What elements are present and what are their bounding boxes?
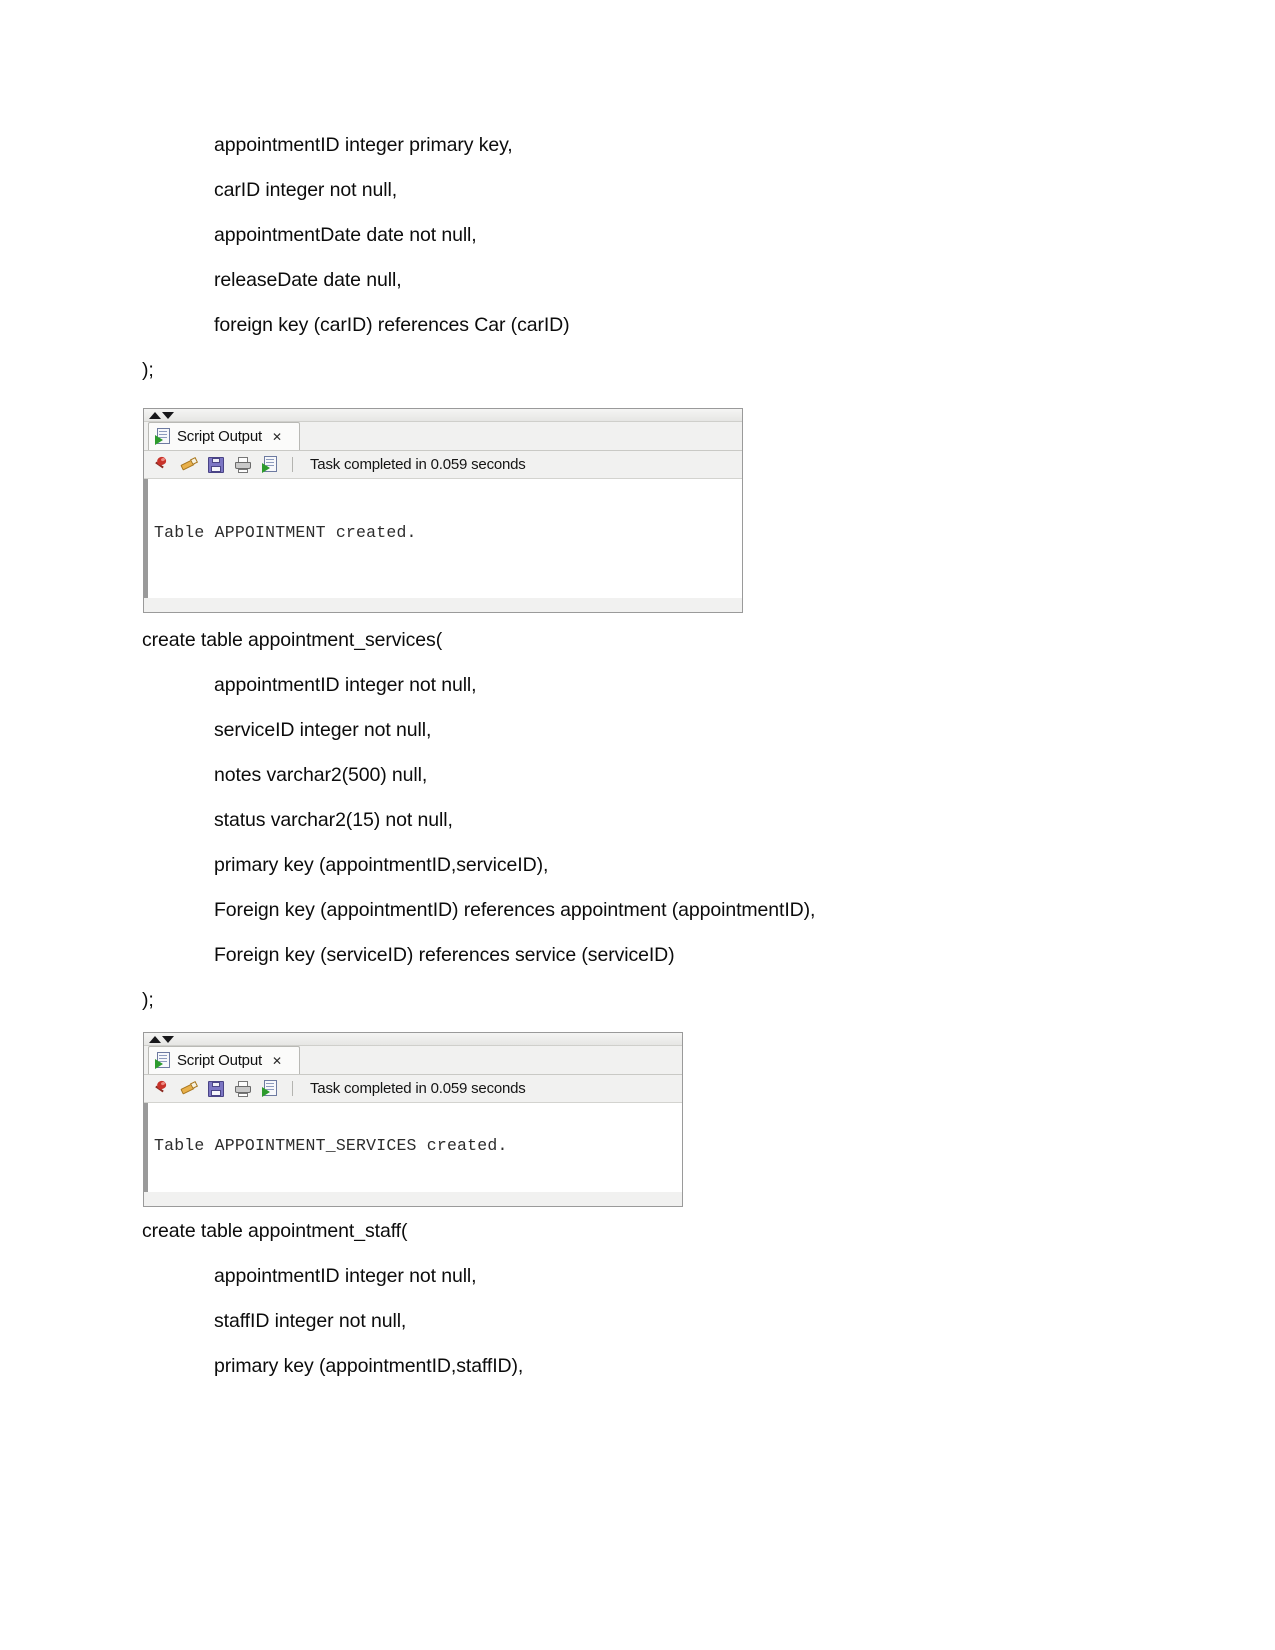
sql-line: carID integer not null, <box>214 179 398 201</box>
status-text: Task completed in 0.059 seconds <box>310 456 526 473</box>
sql-text-block-appointment-staff: create table appointment_staff( appointm… <box>142 1220 1142 1377</box>
sql-text-block-appointment-services: create table appointment_services( appoi… <box>142 629 1142 1011</box>
toolbar-divider <box>292 457 293 472</box>
sql-line: Foreign key (serviceID) references servi… <box>214 944 675 966</box>
chevron-up-icon[interactable] <box>149 411 161 419</box>
tab-script-output-1[interactable]: Script Output ✕ <box>148 422 300 450</box>
chevron-down-icon[interactable] <box>162 1035 174 1043</box>
sql-line: create table appointment_staff( <box>142 1220 408 1242</box>
pushpin-icon[interactable] <box>153 455 170 473</box>
script-output-pane-1[interactable]: Table APPOINTMENT created. <box>144 478 742 598</box>
sql-line: Foreign key (appointmentID) references a… <box>214 899 816 921</box>
sql-line: serviceID integer not null, <box>214 719 432 741</box>
sql-line: appointmentID integer primary key, <box>214 134 513 156</box>
close-icon[interactable]: ✕ <box>272 430 282 444</box>
script-output-pane-2[interactable]: Table APPOINTMENT_SERVICES created. <box>144 1102 682 1192</box>
panel-collapse-arrows-2[interactable] <box>144 1033 682 1046</box>
script-output-toolbar-1: Task completed in 0.059 seconds <box>144 450 742 478</box>
floppy-save-icon[interactable] <box>208 1080 224 1097</box>
output-message: Table APPOINTMENT created. <box>154 523 417 542</box>
script-output-panel-1[interactable]: Script Output ✕ Task completed in 0.059 … <box>143 408 743 613</box>
sql-line: appointmentID integer not null, <box>214 674 477 696</box>
printer-icon[interactable] <box>234 456 252 473</box>
tab-strip-1: Script Output ✕ <box>144 422 742 450</box>
sql-line: foreign key (carID) references Car (carI… <box>214 314 570 336</box>
output-gutter <box>144 479 148 598</box>
close-icon[interactable]: ✕ <box>272 1054 282 1068</box>
sql-line: appointmentDate date not null, <box>214 224 477 246</box>
floppy-save-icon[interactable] <box>208 456 224 473</box>
tab-label: Script Output <box>177 428 262 445</box>
panel-collapse-arrows-1[interactable] <box>144 409 742 422</box>
sql-line: staffID integer not null, <box>214 1310 407 1332</box>
sql-line: create table appointment_services( <box>142 629 443 651</box>
sql-line: ); <box>142 359 154 381</box>
chevron-down-icon[interactable] <box>162 411 174 419</box>
run-script-icon[interactable] <box>262 1080 278 1097</box>
eraser-icon[interactable] <box>180 1080 199 1097</box>
status-text: Task completed in 0.059 seconds <box>310 1080 526 1097</box>
tab-label: Script Output <box>177 1052 262 1069</box>
tab-strip-2: Script Output ✕ <box>144 1046 682 1074</box>
sql-text-block-appointment: appointmentID integer primary key, carID… <box>142 134 1142 381</box>
toolbar-divider <box>292 1081 293 1096</box>
sql-line: releaseDate date null, <box>214 269 402 291</box>
sql-line: primary key (appointmentID,serviceID), <box>214 854 549 876</box>
output-gutter <box>144 1103 148 1192</box>
pushpin-icon[interactable] <box>153 1079 170 1097</box>
sql-line: notes varchar2(500) null, <box>214 764 428 786</box>
script-output-panel-2[interactable]: Script Output ✕ Task completed in 0.059 … <box>143 1032 683 1207</box>
eraser-icon[interactable] <box>180 456 199 473</box>
sql-line: status varchar2(15) not null, <box>214 809 453 831</box>
output-message: Table APPOINTMENT_SERVICES created. <box>154 1136 508 1155</box>
sql-line: primary key (appointmentID,staffID), <box>214 1355 524 1377</box>
document-page: appointmentID integer primary key, carID… <box>0 0 1275 1650</box>
sql-line: appointmentID integer not null, <box>214 1265 477 1287</box>
script-output-icon <box>155 428 171 445</box>
printer-icon[interactable] <box>234 1080 252 1097</box>
run-script-icon[interactable] <box>262 456 278 473</box>
sql-line: ); <box>142 989 154 1011</box>
script-output-icon <box>155 1052 171 1069</box>
tab-script-output-2[interactable]: Script Output ✕ <box>148 1046 300 1074</box>
script-output-toolbar-2: Task completed in 0.059 seconds <box>144 1074 682 1102</box>
chevron-up-icon[interactable] <box>149 1035 161 1043</box>
